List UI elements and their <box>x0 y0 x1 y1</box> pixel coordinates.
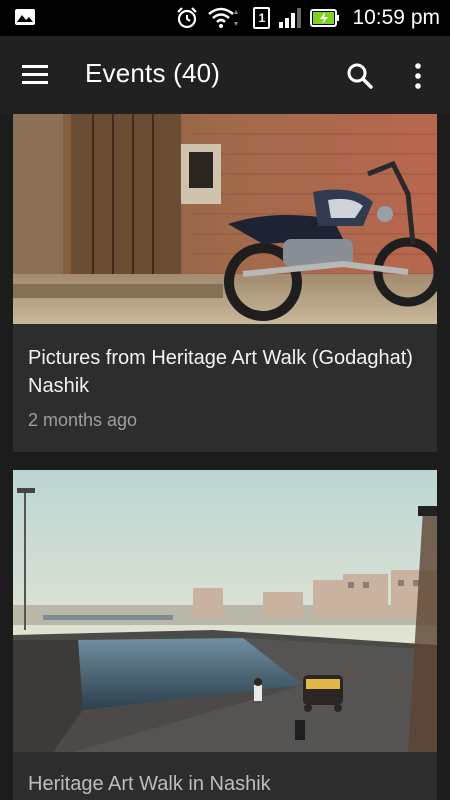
page-title: Events (40) <box>85 58 221 88</box>
app-bar: Events (40) <box>0 36 450 114</box>
battery-charging-icon <box>310 9 340 27</box>
event-title: Heritage Art Walk in Nashik <box>28 773 271 795</box>
event-list[interactable]: Pictures from Heritage Art Walk (Godagha… <box>0 114 450 800</box>
sim-label: 1 <box>258 11 266 25</box>
status-time: 10:59 pm <box>352 6 440 29</box>
event-card[interactable]: Pictures from Heritage Art Walk (Godagha… <box>13 114 437 452</box>
image-icon <box>15 9 35 25</box>
sim-icon: 1 <box>253 7 271 29</box>
status-bar: 1 10:59 pm <box>0 0 450 36</box>
hamburger-menu-icon[interactable] <box>20 60 54 90</box>
wifi-icon <box>208 7 239 28</box>
event-image-motorcycle[interactable] <box>13 114 437 324</box>
alarm-icon <box>177 7 198 29</box>
more-vert-icon[interactable] <box>406 60 430 92</box>
event-title: Pictures from Heritage Art Walk (Godagha… <box>28 347 413 397</box>
event-time-ago: 2 months ago <box>28 410 138 430</box>
event-image-river-ghat[interactable] <box>13 470 437 752</box>
search-icon[interactable] <box>344 60 376 92</box>
status-indicators: 1 10:59 pm <box>175 0 440 36</box>
signal-icon <box>279 8 302 28</box>
event-card[interactable]: Heritage Art Walk in Nashik <box>13 470 437 800</box>
